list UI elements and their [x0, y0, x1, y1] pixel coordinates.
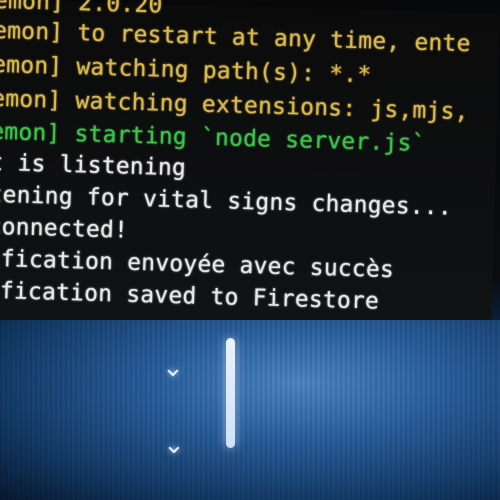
desktop-background: ⌄ ⌄	[0, 320, 500, 500]
terminal-line-1: emon] 2.0.20	[0, 0, 163, 19]
scrollbar[interactable]	[226, 338, 235, 448]
terminal-line-10: ification saved to Firestore	[0, 277, 380, 315]
terminal-line-4: emon] watching extensions: js,mjs,	[0, 85, 470, 126]
terminal-line-9: ification envoyée avec succès	[0, 245, 395, 284]
chevron-down-icon[interactable]: ⌄	[163, 430, 185, 460]
terminal-window[interactable]: emon] 2.0.20 emon] to restart at any tim…	[0, 0, 500, 334]
screen: emon] 2.0.20 emon] to restart at any tim…	[0, 0, 500, 500]
terminal-line-6: t is listening	[0, 149, 187, 182]
terminal-line-8: connected!	[0, 213, 129, 244]
terminal-line-7: tening for vital signs changes...	[0, 181, 453, 221]
chevron-down-icon[interactable]: ⌄	[162, 353, 184, 383]
terminal-line-2: emon] to restart at any time, ente	[0, 17, 471, 58]
terminal-line-3: emon] watching path(s): *.*	[0, 51, 372, 89]
